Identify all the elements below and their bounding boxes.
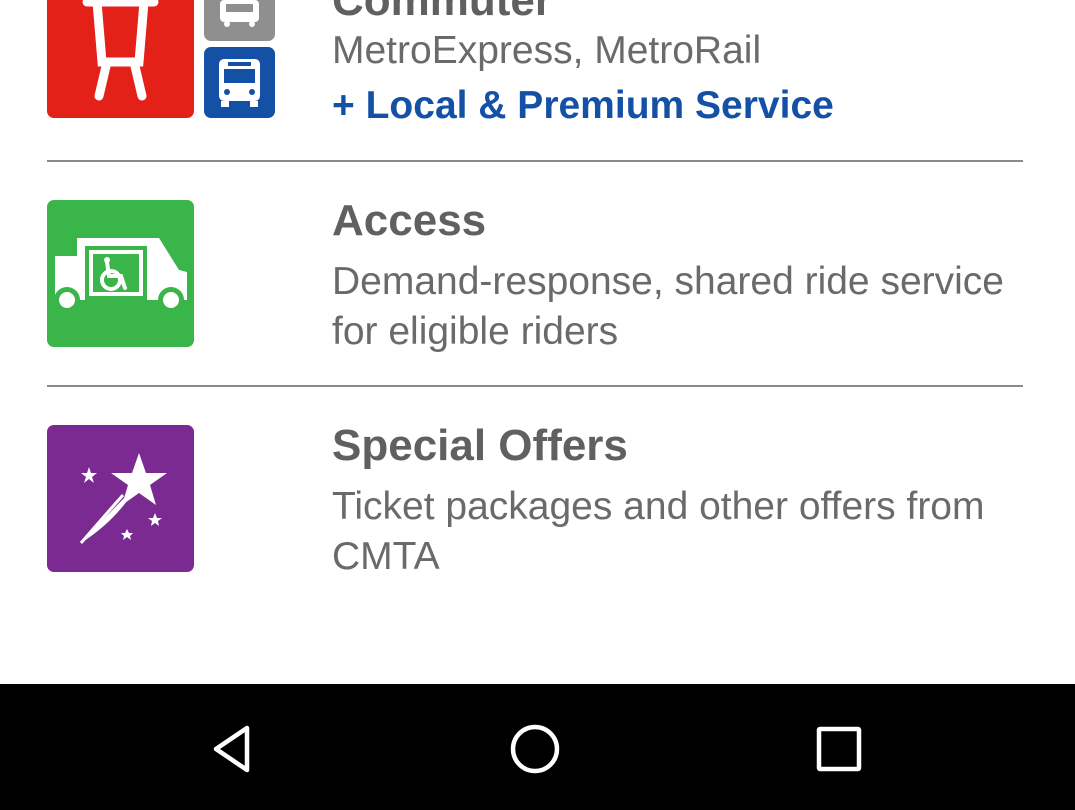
list-item-access[interactable]: Access Demand-response, shared ride serv… (0, 162, 1075, 386)
service-description: Ticket packages and other offers from CM… (332, 485, 985, 578)
service-description: Demand-response, shared ride service for… (332, 260, 1004, 353)
service-title: Commuter (332, 0, 553, 25)
recents-icon (816, 726, 862, 772)
screen: Commuter MetroExpress, MetroRail + Local… (0, 0, 1075, 810)
bus-icon (204, 0, 275, 41)
home-button[interactable] (500, 714, 570, 784)
recents-button[interactable] (804, 714, 874, 784)
train-icon (47, 0, 194, 118)
home-icon (510, 724, 560, 774)
service-extra: + Local & Premium Service (332, 84, 834, 127)
list-item-commuter[interactable]: Commuter MetroExpress, MetroRail + Local… (0, 0, 1075, 160)
back-icon (213, 725, 250, 773)
service-list: Commuter MetroExpress, MetroRail + Local… (0, 0, 1075, 684)
accessible-van-icon (47, 200, 194, 347)
bus-icon (204, 47, 275, 118)
service-title: Special Offers (332, 421, 628, 470)
service-title: Access (332, 196, 487, 245)
back-button[interactable] (198, 714, 268, 784)
shooting-star-icon (47, 425, 194, 572)
service-description: MetroExpress, MetroRail (332, 29, 762, 72)
navigation-bar (0, 684, 1075, 810)
list-item-special-offers[interactable]: Special Offers Ticket packages and other… (0, 387, 1075, 611)
